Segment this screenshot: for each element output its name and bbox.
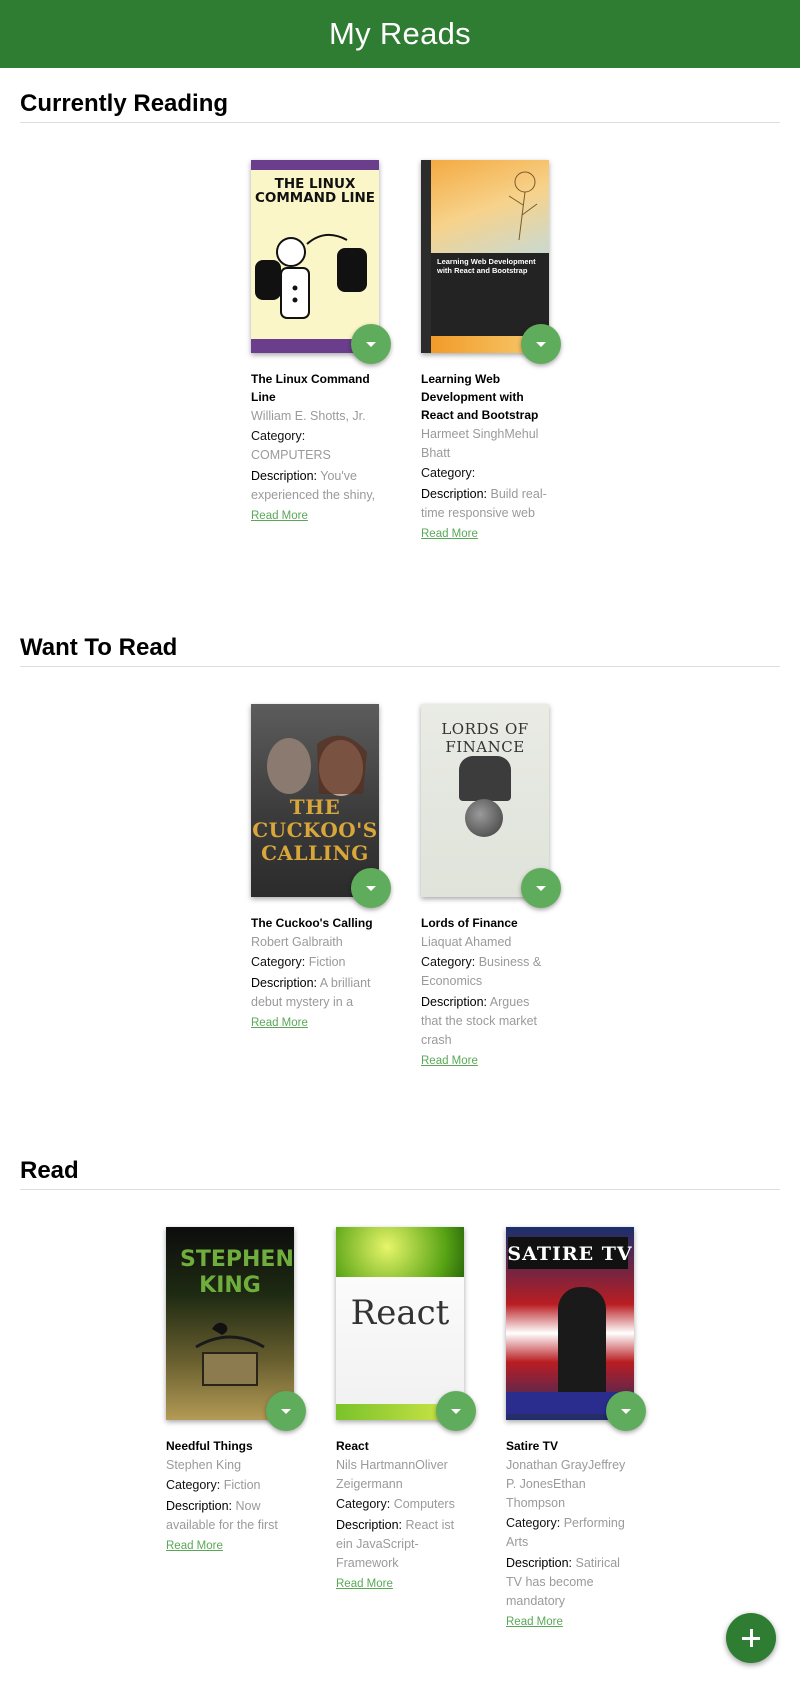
book-category: Category: Fiction bbox=[166, 1476, 294, 1495]
book-card: THE LINUX COMMAND LINE The Linux Command… bbox=[251, 160, 391, 542]
book-card: Learning Web Development with React and … bbox=[421, 160, 561, 542]
arrow-drop-down-icon bbox=[536, 341, 546, 347]
description-label: Description: bbox=[506, 1556, 572, 1570]
book-card: SATIRE TV Satire TV Jonathan GrayJeffrey… bbox=[506, 1227, 646, 1630]
shelf-title: Read bbox=[20, 1135, 780, 1190]
shelf-changer-button[interactable] bbox=[351, 324, 391, 364]
cover-title-text: LORDS OF FINANCE bbox=[441, 720, 529, 756]
category-label: Category: bbox=[421, 466, 476, 480]
book-description: Description: Build real-time responsive … bbox=[421, 485, 549, 523]
arrow-drop-down-icon bbox=[281, 1408, 291, 1414]
arrow-drop-down-icon bbox=[451, 1408, 461, 1414]
description-label: Description: bbox=[421, 487, 487, 501]
book-authors: William E. Shotts, Jr. bbox=[251, 409, 366, 423]
arrow-drop-down-icon bbox=[366, 885, 376, 891]
category-label: Category: bbox=[336, 1497, 391, 1511]
shelf-changer-button[interactable] bbox=[266, 1391, 306, 1431]
shelf-read: Read STEPHEN KING Needful Things Stephen… bbox=[0, 1135, 800, 1630]
shelf-changer-button[interactable] bbox=[521, 868, 561, 908]
book-description: Description: A brilliant debut mystery i… bbox=[251, 974, 379, 1012]
category-value: Fiction bbox=[223, 1478, 261, 1492]
cover-title-text: THE CUCKOO'S CALLING bbox=[252, 795, 378, 865]
arrow-drop-down-icon bbox=[536, 885, 546, 891]
book-category: Category: bbox=[421, 464, 549, 483]
book-category: Category: Business & Economics bbox=[421, 953, 549, 991]
read-more-link[interactable]: Read More bbox=[421, 1055, 478, 1067]
cover-title-text: SATIRE TV bbox=[507, 1243, 633, 1265]
book-authors: Robert Galbraith bbox=[251, 935, 343, 949]
book-description: Description: Argues that the stock marke… bbox=[421, 993, 549, 1050]
book-title: Lords of Finance bbox=[421, 916, 518, 930]
book-authors: Harmeet SinghMehul Bhatt bbox=[421, 427, 539, 460]
book-authors: Stephen King bbox=[166, 1458, 242, 1472]
book-description: Description: You've experienced the shin… bbox=[251, 467, 379, 505]
description-label: Description: bbox=[166, 1499, 232, 1513]
category-label: Category: bbox=[506, 1516, 561, 1530]
read-more-link[interactable]: Read More bbox=[166, 1540, 223, 1552]
cover-title-text: Learning Web Development with React and … bbox=[437, 257, 536, 275]
shelf-title: Currently Reading bbox=[20, 68, 780, 123]
book-cover[interactable]: React bbox=[336, 1227, 464, 1420]
read-more-link[interactable]: Read More bbox=[251, 510, 308, 522]
read-more-link[interactable]: Read More bbox=[336, 1578, 393, 1590]
app-header: My Reads bbox=[0, 0, 800, 68]
book-description: Description: Now available for the first bbox=[166, 1497, 294, 1535]
book-title: Satire TV bbox=[506, 1439, 559, 1453]
book-category: Category: Fiction bbox=[251, 953, 379, 972]
book-cover[interactable]: THE LINUX COMMAND LINE bbox=[251, 160, 379, 353]
read-more-link[interactable]: Read More bbox=[506, 1616, 563, 1628]
shelf-books: THE CUCKOO'S CALLING The Cuckoo's Callin… bbox=[20, 667, 780, 1069]
arrow-drop-down-icon bbox=[621, 1408, 631, 1414]
book-authors: Nils HartmannOliver Zeigermann bbox=[336, 1458, 448, 1491]
shelf-books: THE LINUX COMMAND LINE The Linux Command… bbox=[20, 123, 780, 542]
shelf-title: Want To Read bbox=[20, 612, 780, 667]
shelf-books: STEPHEN KING Needful Things Stephen King… bbox=[20, 1190, 780, 1630]
book-cover[interactable]: LORDS OF FINANCE bbox=[421, 704, 549, 897]
book-cover[interactable]: Learning Web Development with React and … bbox=[421, 160, 549, 353]
book-card: THE CUCKOO'S CALLING The Cuckoo's Callin… bbox=[251, 704, 391, 1069]
category-value: Computers bbox=[393, 1497, 455, 1511]
book-title: React bbox=[336, 1439, 369, 1453]
category-label: Category: bbox=[166, 1478, 221, 1492]
book-category: Category: Computers bbox=[336, 1495, 464, 1514]
book-title: The Cuckoo's Calling bbox=[251, 916, 373, 930]
book-cover[interactable]: STEPHEN KING bbox=[166, 1227, 294, 1420]
book-card: React React Nils HartmannOliver Zeigerma… bbox=[336, 1227, 476, 1630]
book-description: Description: Satirical TV has become man… bbox=[506, 1554, 634, 1611]
shelf-want-to-read: Want To Read THE CUCKOO'S CALLING The Cu… bbox=[0, 612, 800, 1069]
category-label: Category: bbox=[251, 429, 306, 443]
book-cover[interactable]: SATIRE TV bbox=[506, 1227, 634, 1420]
book-category: Category: Performing Arts bbox=[506, 1514, 634, 1552]
cover-title-text: React bbox=[350, 1293, 450, 1333]
book-card: LORDS OF FINANCE Lords of Finance Liaqua… bbox=[421, 704, 561, 1069]
read-more-link[interactable]: Read More bbox=[251, 1017, 308, 1029]
shelf-changer-button[interactable] bbox=[606, 1391, 646, 1431]
category-label: Category: bbox=[251, 955, 306, 969]
book-category: Category: COMPUTERS bbox=[251, 427, 379, 465]
description-label: Description: bbox=[251, 976, 317, 990]
shelf-changer-button[interactable] bbox=[436, 1391, 476, 1431]
description-label: Description: bbox=[421, 995, 487, 1009]
plus-icon bbox=[742, 1629, 760, 1647]
book-authors: Jonathan GrayJeffrey P. JonesEthan Thomp… bbox=[506, 1458, 626, 1510]
book-authors: Liaquat Ahamed bbox=[421, 935, 512, 949]
book-title: Learning Web Development with React and … bbox=[421, 372, 539, 422]
add-book-button[interactable] bbox=[726, 1613, 776, 1663]
book-description: Description: React ist ein JavaScript-Fr… bbox=[336, 1516, 464, 1573]
shelf-changer-button[interactable] bbox=[521, 324, 561, 364]
book-cover[interactable]: THE CUCKOO'S CALLING bbox=[251, 704, 379, 897]
category-value: COMPUTERS bbox=[251, 448, 331, 462]
description-label: Description: bbox=[251, 469, 317, 483]
category-value: Fiction bbox=[308, 955, 346, 969]
book-title: The Linux Command Line bbox=[251, 372, 370, 404]
app-title: My Reads bbox=[329, 16, 471, 51]
book-title: Needful Things bbox=[166, 1439, 253, 1453]
arrow-drop-down-icon bbox=[366, 341, 376, 347]
shelf-currently-reading: Currently Reading THE LINUX COMMAND LINE bbox=[0, 68, 800, 542]
category-label: Category: bbox=[421, 955, 476, 969]
shelf-changer-button[interactable] bbox=[351, 868, 391, 908]
description-label: Description: bbox=[336, 1518, 402, 1532]
read-more-link[interactable]: Read More bbox=[421, 528, 478, 540]
book-card: STEPHEN KING Needful Things Stephen King… bbox=[166, 1227, 306, 1630]
